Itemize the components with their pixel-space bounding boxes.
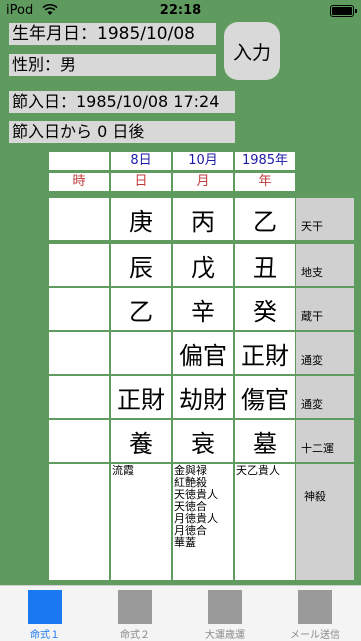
tab-bar: 命式１ 命式２ 大運歳運 メール送信 — [0, 585, 361, 641]
row-label: 地支 — [296, 244, 354, 286]
grid-cell-month: 辛 — [173, 288, 233, 330]
tab-mail-send[interactable]: メール送信 — [270, 586, 360, 641]
grid-cell-day: 庚 — [111, 198, 171, 240]
tab-label: メール送信 — [290, 630, 340, 641]
pillar-month-header: 月 — [173, 173, 233, 191]
pillar-day-header: 日 — [111, 173, 171, 191]
grid-cell-day — [111, 332, 171, 374]
tab-taiun-saiun[interactable]: 大運歳運 — [180, 586, 270, 641]
tab-label: 大運歳運 — [205, 630, 245, 641]
grid-cell-year: 乙 — [235, 198, 295, 240]
tab-meishiki-2-icon — [118, 590, 152, 624]
year-value: 1985年 — [235, 152, 295, 170]
grid-cell-day: 乙 — [111, 288, 171, 330]
grid-cell-hour — [49, 420, 109, 462]
grid-cell-month: 戊 — [173, 244, 233, 286]
shinsatsu-cell-day: 流霞 — [111, 464, 171, 580]
row-label: 十二運 — [296, 420, 354, 462]
tab-label: 命式１ — [30, 630, 60, 641]
tab-label: 命式２ — [120, 630, 150, 641]
grid-cell-month: 丙 — [173, 198, 233, 240]
pillar-year-header: 年 — [235, 173, 295, 191]
day-value: 8日 — [111, 152, 171, 170]
status-bar: iPod 22:18 — [0, 0, 361, 20]
tab-mail-send-icon — [298, 590, 332, 624]
grid-cell-hour — [49, 376, 109, 418]
grid-cell-day: 辰 — [111, 244, 171, 286]
grid-cell-month: 衰 — [173, 420, 233, 462]
setsu-date-field: 節入日：1985/10/08 17:24 — [9, 91, 235, 113]
row-label: 通変 — [296, 332, 354, 374]
tab-taiun-saiun-icon — [208, 590, 242, 624]
grid-cell-year: 墓 — [235, 420, 295, 462]
tab-meishiki-1-icon — [28, 590, 62, 624]
tab-meishiki-1[interactable]: 命式１ — [0, 586, 90, 641]
grid-cell-hour — [49, 332, 109, 374]
grid-cell-year: 癸 — [235, 288, 295, 330]
grid-cell-year: 丑 — [235, 244, 295, 286]
grid-cell-year: 正財 — [235, 332, 295, 374]
grid-cell-hour — [49, 244, 109, 286]
row-label: 天干 — [296, 198, 354, 240]
row-label: 通変 — [296, 376, 354, 418]
battery-icon — [330, 5, 357, 17]
input-button[interactable]: 入力 — [224, 22, 280, 80]
pillar-hour-header: 時 — [49, 173, 109, 191]
month-value: 10月 — [173, 152, 233, 170]
tab-meishiki-2[interactable]: 命式２ — [90, 586, 180, 641]
birth-date-field: 生年月日：1985/10/08 — [9, 23, 216, 45]
grid-cell-day: 正財 — [111, 376, 171, 418]
row-label: 神殺 — [296, 464, 354, 580]
shinsatsu-cell-hour — [49, 464, 109, 580]
shinsatsu-cell-month: 金與禄 紅艶殺 天徳貴人 天徳合 月徳貴人 月徳合 華蓋 — [173, 464, 233, 580]
grid-cell-month: 偏官 — [173, 332, 233, 374]
grid-cell-hour — [49, 198, 109, 240]
grid-cell-year: 傷官 — [235, 376, 295, 418]
clock: 22:18 — [159, 3, 202, 18]
row-label: 蔵干 — [296, 288, 354, 330]
grid-cell-month: 劫財 — [173, 376, 233, 418]
days-after-field: 節入日から 0 日後 — [9, 121, 235, 143]
gender-field: 性別：男 — [9, 54, 216, 76]
date-header-blank — [49, 152, 109, 170]
grid-cell-hour — [49, 288, 109, 330]
grid-cell-day: 養 — [111, 420, 171, 462]
shinsatsu-cell-year: 天乙貴人 — [235, 464, 295, 580]
